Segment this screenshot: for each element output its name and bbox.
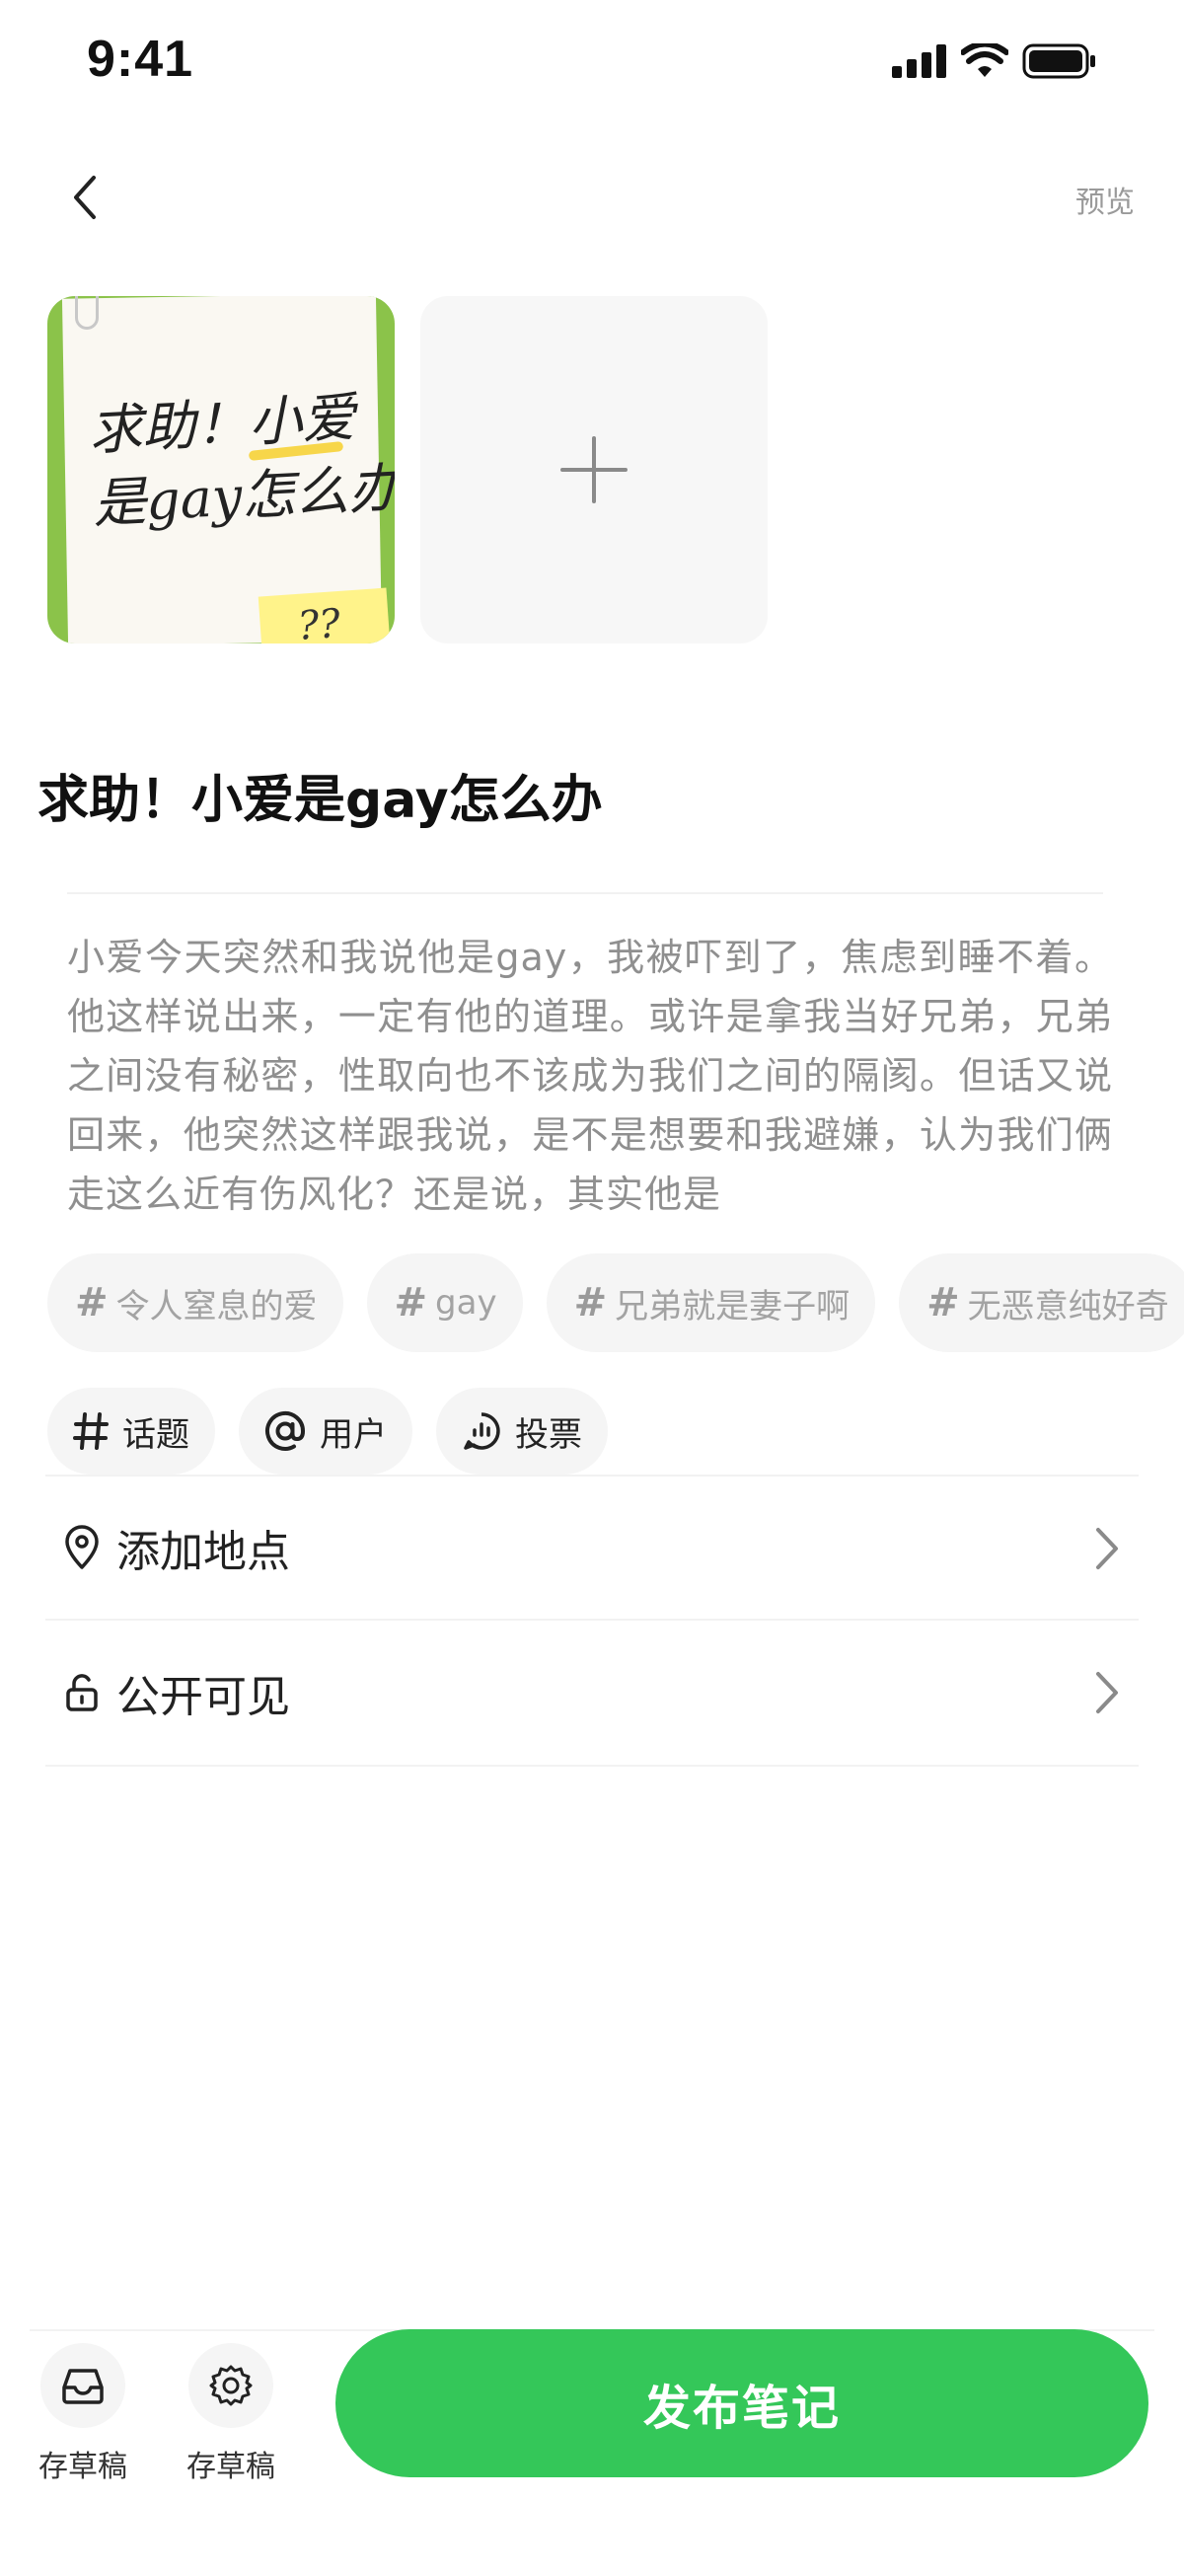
draft-settings-button[interactable]: 存草稿 (172, 2343, 290, 2485)
save-draft-button[interactable]: 存草稿 (24, 2343, 142, 2485)
mention-label: 用户 (320, 1414, 387, 1455)
bottom-bar: 存草稿 存草稿 发布笔记 (0, 2329, 1184, 2576)
hashtag-icon: # (75, 1280, 109, 1326)
image-row: 求助！小爱 是gay怎么办 ?? (47, 296, 768, 644)
preview-button[interactable]: 预览 (1075, 178, 1135, 221)
status-bar: 9:41 (0, 0, 1184, 128)
add-location-row[interactable]: 添加地点 (45, 1475, 1139, 1621)
tag-chip[interactable]: # gay (366, 1253, 523, 1352)
status-time: 9:41 (87, 31, 194, 88)
location-pin-icon (61, 1524, 103, 1571)
status-icons (892, 43, 1097, 79)
tag-scroller[interactable]: # 令人窒息的爱 # gay # 兄弟就是妻子啊 # 无恶意纯好奇 (0, 1244, 1184, 1362)
chevron-right-icon (1096, 1528, 1118, 1569)
action-row: 话题 用户 投票 (47, 1388, 608, 1475)
paperclip-icon (75, 296, 99, 330)
at-icon (265, 1410, 306, 1451)
publish-note-button[interactable]: 发布笔记 (335, 2329, 1148, 2477)
visibility-label: 公开可见 (116, 1672, 290, 1722)
hashtag-icon: # (573, 1280, 608, 1326)
topic-button[interactable]: 话题 (47, 1388, 215, 1475)
poll-label: 投票 (515, 1414, 582, 1455)
mention-user-button[interactable]: 用户 (239, 1388, 412, 1475)
note-body-input[interactable]: 小爱今天突然和我说他是gay，我被吓到了，焦虑到睡不着。他这样说出来，一定有他的… (67, 928, 1113, 1220)
unlock-icon (61, 1669, 103, 1716)
tag-chip[interactable]: # 无恶意纯好奇 (899, 1253, 1184, 1352)
inbox-icon (40, 2343, 125, 2428)
tag-label: 令人窒息的爱 (115, 1286, 318, 1326)
sticky-text: ?? (296, 600, 342, 644)
chevron-left-icon (74, 176, 96, 219)
tag-row: # 令人窒息的爱 # gay # 兄弟就是妻子啊 # 无恶意纯好奇 (47, 1253, 1184, 1352)
visibility-row[interactable]: 公开可见 (45, 1621, 1139, 1767)
plus-icon (560, 436, 628, 503)
thumbnail-handwriting: 求助！小爱 是gay怎么办 (87, 386, 395, 536)
signal-icon (892, 44, 946, 78)
chevron-right-icon (1096, 1672, 1118, 1713)
poll-icon (464, 1412, 500, 1450)
wifi-icon (961, 43, 1008, 77)
tag-chip[interactable]: # 令人窒息的爱 (47, 1253, 343, 1352)
tag-label: gay (435, 1283, 497, 1323)
battery-icon (1022, 43, 1095, 79)
add-location-label: 添加地点 (116, 1527, 290, 1577)
hashtag-icon: # (394, 1280, 428, 1326)
tag-chip[interactable]: # 兄弟就是妻子啊 (546, 1253, 876, 1352)
save-draft-label: 存草稿 (38, 2450, 127, 2484)
add-image-button[interactable] (420, 296, 768, 644)
note-image-thumbnail[interactable]: 求助！小爱 是gay怎么办 ?? (47, 296, 395, 644)
tag-label: 兄弟就是妻子啊 (615, 1286, 851, 1326)
tag-label: 无恶意纯好奇 (967, 1286, 1169, 1326)
hashtag-icon: # (926, 1280, 960, 1326)
draft-settings-label: 存草稿 (186, 2450, 275, 2484)
back-button[interactable] (59, 166, 109, 229)
hashtag-icon (73, 1412, 109, 1450)
gear-icon (188, 2343, 273, 2428)
topic-label: 话题 (122, 1414, 189, 1455)
poll-button[interactable]: 投票 (436, 1388, 608, 1475)
thumbnail-sticky-note: ?? (258, 587, 392, 644)
title-divider (67, 892, 1103, 894)
note-title-input[interactable]: 求助！小爱是gay怎么办 (37, 758, 603, 832)
